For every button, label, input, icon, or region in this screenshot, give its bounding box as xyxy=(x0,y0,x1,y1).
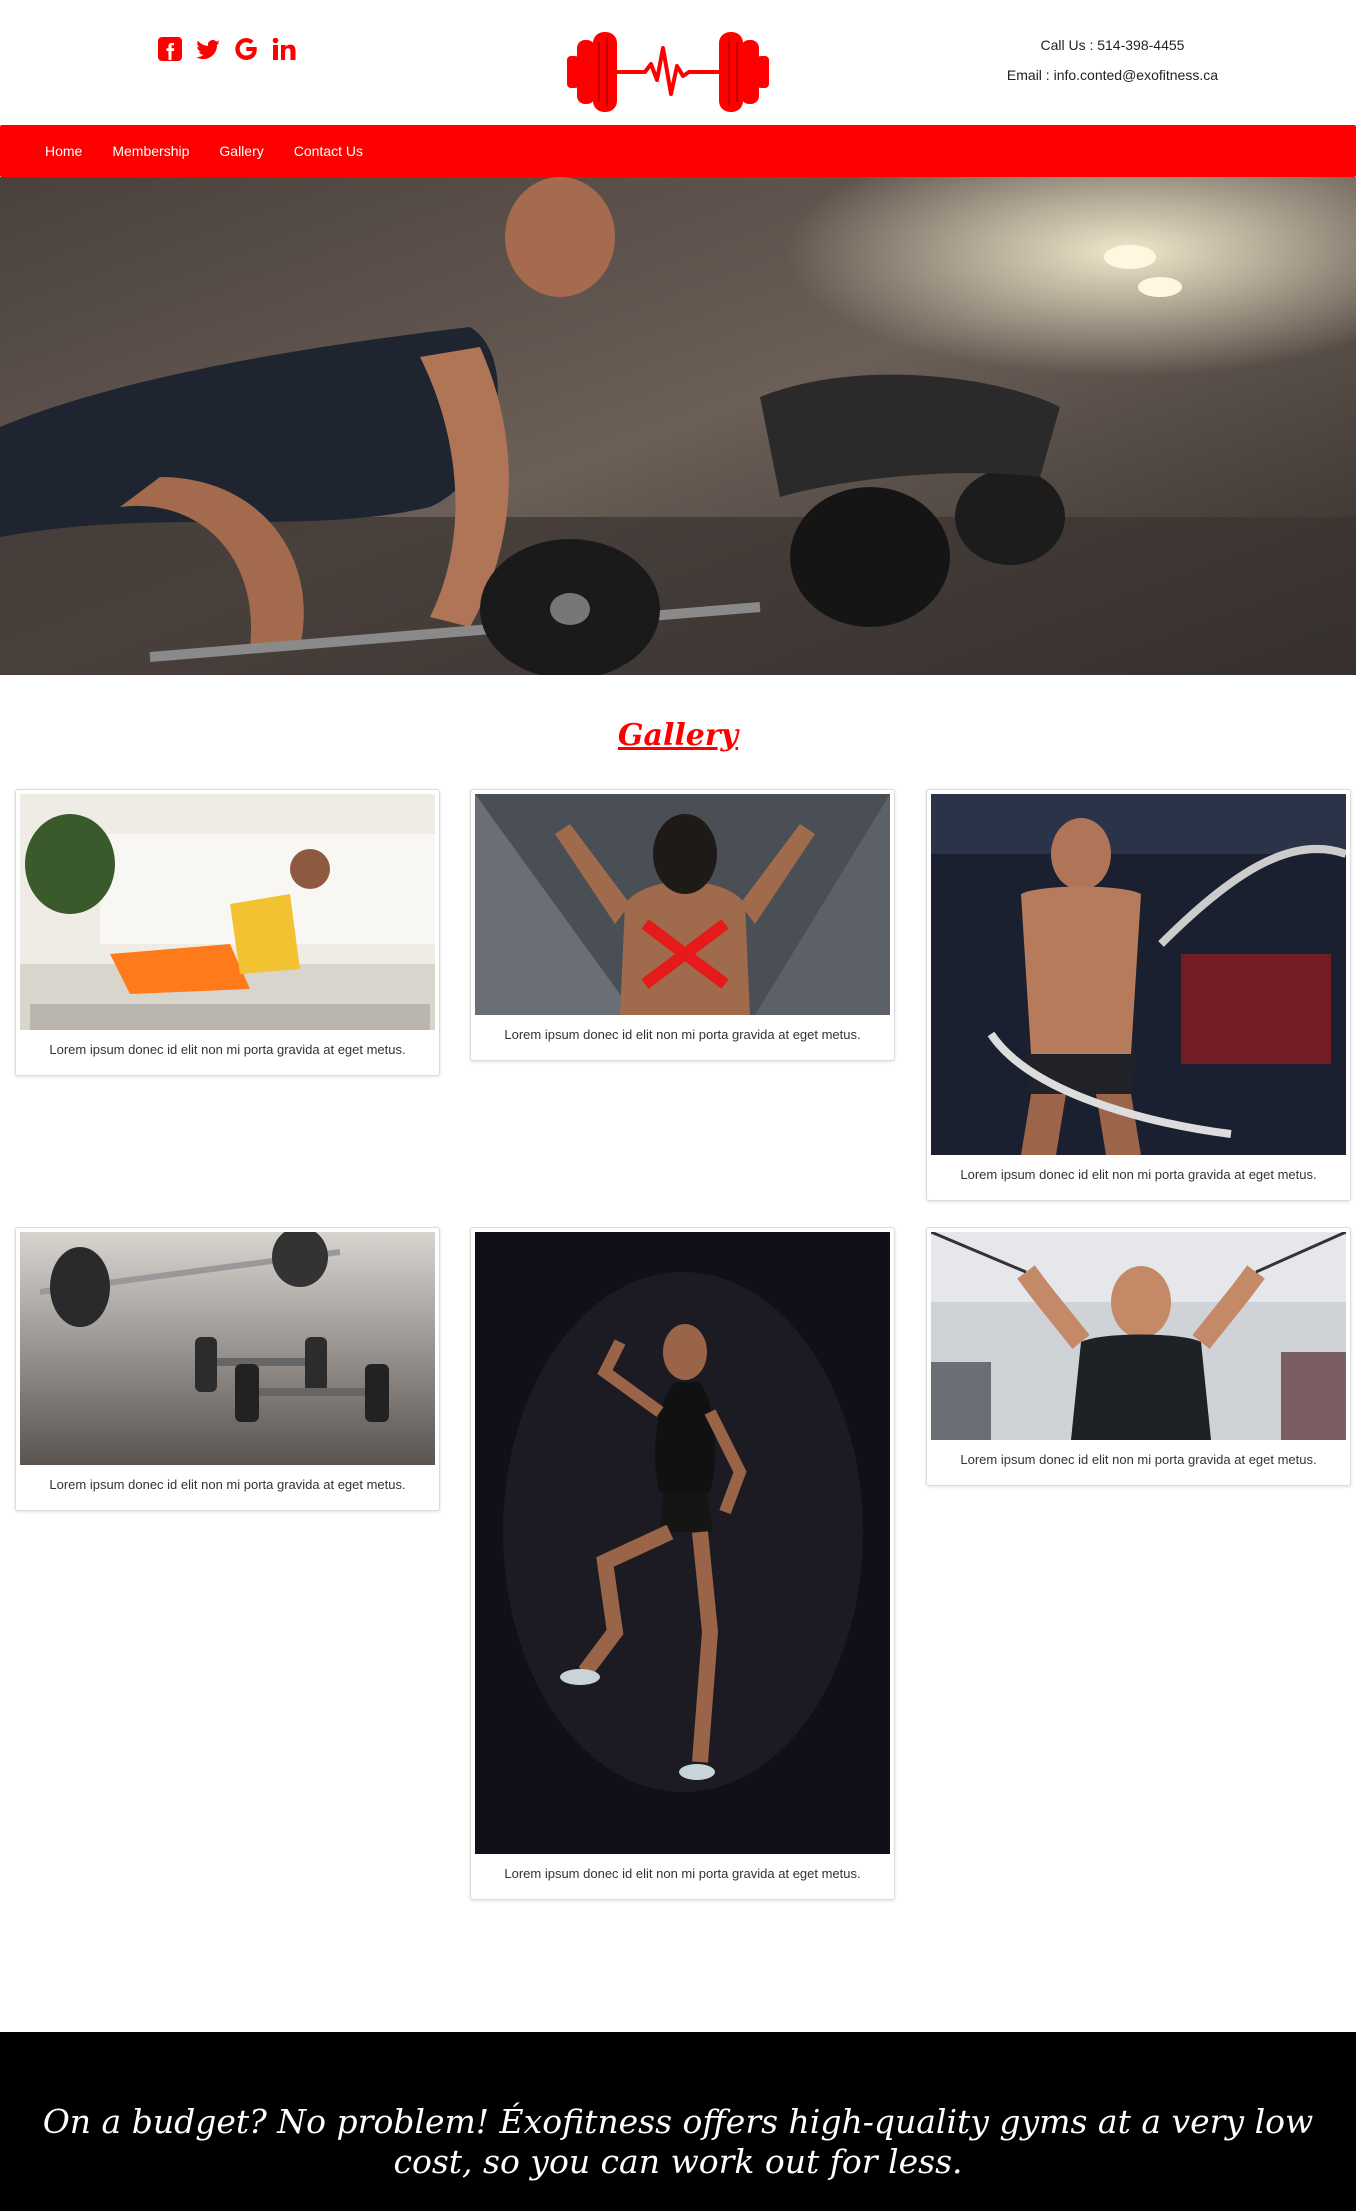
man-battle-ropes-photo xyxy=(931,794,1346,1155)
woman-jumping-photo xyxy=(475,1232,890,1854)
gallery-card[interactable]: Lorem ipsum donec id elit non mi porta g… xyxy=(15,789,440,1076)
contact-info: Call Us : 514-398-4455 Email : info.cont… xyxy=(1007,30,1218,90)
linkedin-icon[interactable] xyxy=(269,34,299,64)
woman-home-workout-photo xyxy=(20,794,435,1030)
hero-banner-image xyxy=(0,177,1356,675)
nav-membership[interactable]: Membership xyxy=(97,143,204,159)
gallery-heading: Gallery xyxy=(617,718,739,753)
gallery-card-caption: Lorem ipsum donec id elit non mi porta g… xyxy=(504,1027,861,1042)
email-text: Email : info.conted@exofitness.ca xyxy=(1006,67,1218,83)
gallery-card[interactable]: Lorem ipsum donec id elit non mi porta g… xyxy=(15,1227,440,1511)
gallery-card-caption: Lorem ipsum donec id elit non mi porta g… xyxy=(504,1866,861,1881)
nav-contact-us[interactable]: Contact Us xyxy=(279,143,378,159)
barbell-dumbbells-floor-photo xyxy=(20,1232,435,1465)
gallery-card[interactable]: Lorem ipsum donec id elit non mi porta g… xyxy=(470,1227,895,1900)
gallery-card[interactable]: Lorem ipsum donec id elit non mi porta g… xyxy=(470,789,895,1061)
phone-text: Call Us : 514-398-4455 xyxy=(1040,37,1185,53)
footer-tagline: On a budget? No problem! Éxofitness offe… xyxy=(42,2102,1314,2181)
twitter-icon[interactable] xyxy=(193,34,223,64)
nav-home[interactable]: Home xyxy=(30,143,97,159)
gallery-card-caption: Lorem ipsum donec id elit non mi porta g… xyxy=(960,1167,1317,1182)
main-navbar: Home Membership Gallery Contact Us xyxy=(0,125,1356,177)
gallery-card-caption: Lorem ipsum donec id elit non mi porta g… xyxy=(960,1452,1317,1467)
man-cable-crossover-photo xyxy=(931,1232,1346,1440)
dumbbell-heartbeat-icon[interactable] xyxy=(563,28,773,116)
footer-banner: On a budget? No problem! Éxofitness offe… xyxy=(0,2032,1356,2211)
facebook-square-icon[interactable] xyxy=(155,34,185,64)
gallery-card[interactable]: Lorem ipsum donec id elit non mi porta g… xyxy=(926,789,1351,1201)
site-header: Call Us : 514-398-4455 Email : info.cont… xyxy=(0,0,1356,125)
google-icon[interactable] xyxy=(231,34,261,64)
gallery-card-caption: Lorem ipsum donec id elit non mi porta g… xyxy=(49,1042,406,1057)
gallery-card-caption: Lorem ipsum donec id elit non mi porta g… xyxy=(49,1477,406,1492)
gallery-card[interactable]: Lorem ipsum donec id elit non mi porta g… xyxy=(926,1227,1351,1486)
nav-gallery[interactable]: Gallery xyxy=(204,143,278,159)
social-links xyxy=(155,34,299,64)
woman-back-flex-photo xyxy=(475,794,890,1015)
